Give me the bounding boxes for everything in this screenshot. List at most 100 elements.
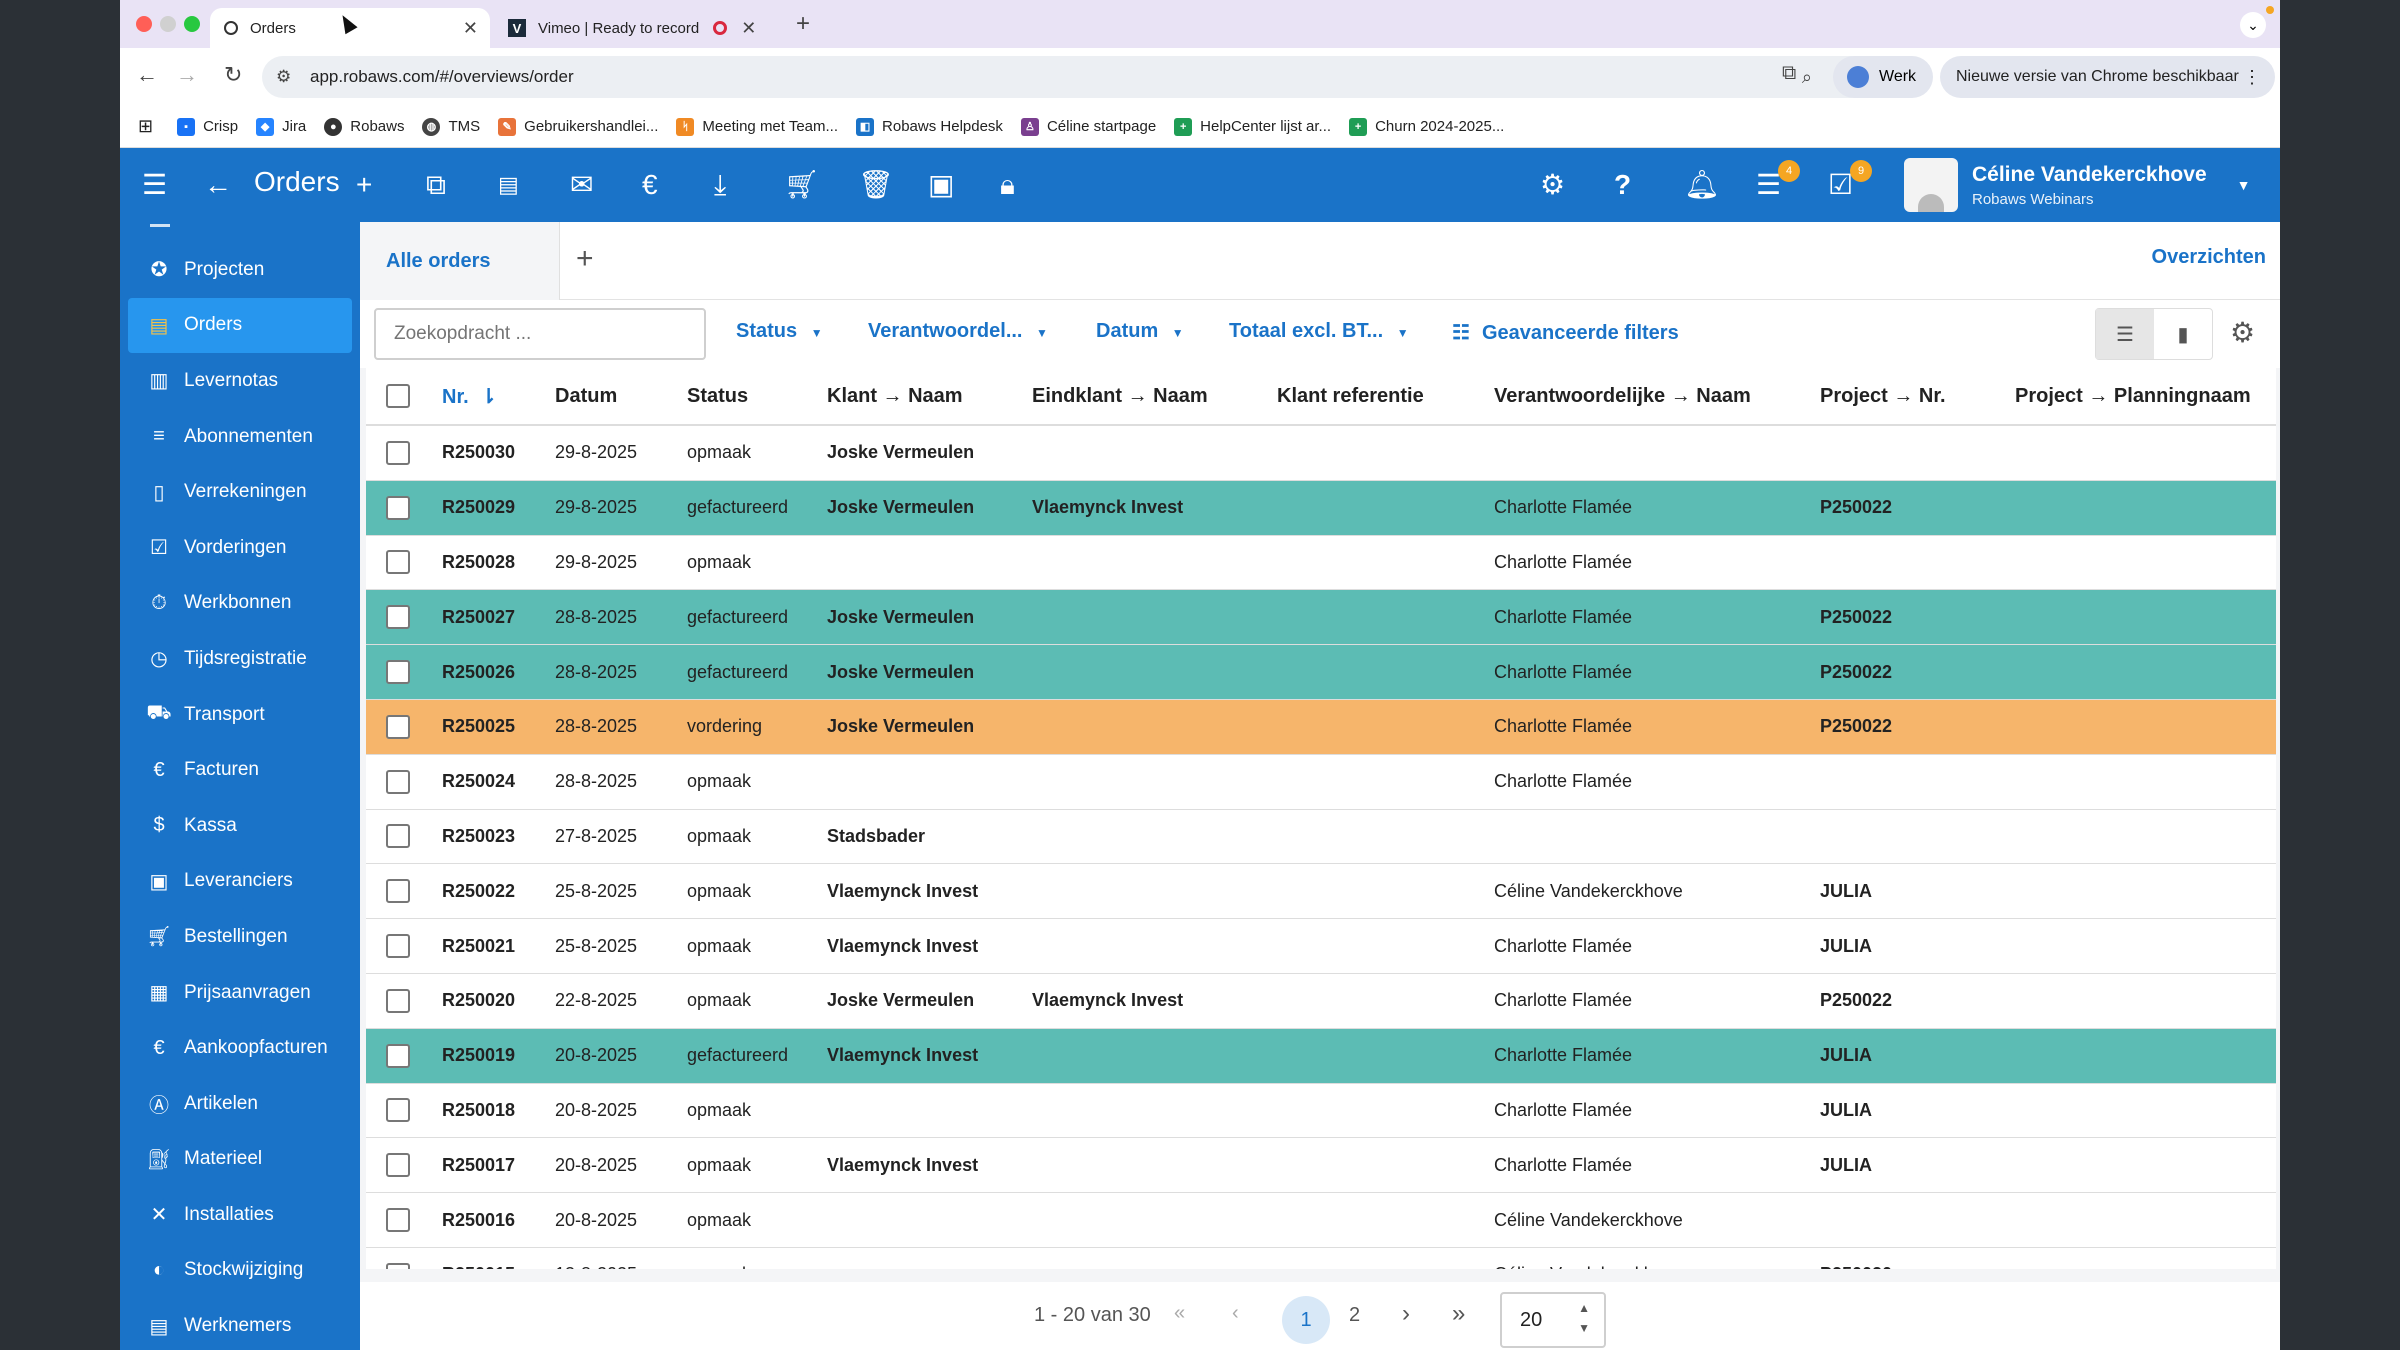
filter-verantwoordelijke[interactable]: Verantwoordel... ▼ <box>868 320 1048 343</box>
table-row[interactable]: R25001513-8-2025opmaak Céline Vandekerckh… <box>366 1248 2276 1269</box>
forward-icon[interactable]: → <box>176 62 198 88</box>
close-tab-icon[interactable]: ✕ <box>741 18 756 39</box>
row-checkbox[interactable] <box>386 824 410 849</box>
row-checkbox[interactable] <box>386 1208 410 1233</box>
sidebar-item-artikelen[interactable]: Ⓐ Artikelen <box>120 1076 360 1132</box>
chart-view-icon[interactable]: ▮ <box>2154 309 2212 359</box>
search-input[interactable] <box>374 308 706 360</box>
table-row[interactable]: R250030 29-8-2025 opmaak Joske Vermeulen <box>366 426 2276 481</box>
filter-totaal[interactable]: Totaal excl. BT... ▼ <box>1229 320 1409 343</box>
sidebar-item-aankoopfacturen[interactable]: € Aankoopfacturen <box>120 1020 360 1076</box>
row-checkbox[interactable] <box>386 605 410 630</box>
archive-icon[interactable]: ▣ <box>928 168 954 202</box>
zoom-icon[interactable]: ⌕ <box>1802 67 1812 88</box>
sidebar-item-bestellingen[interactable]: 🛒︎ Bestellingen <box>120 909 360 965</box>
minimize-window-dot[interactable] <box>160 16 176 32</box>
prev-page-icon[interactable]: ‹ <box>1232 1302 1239 1325</box>
sidebar-item-vorderingen[interactable]: ☑ Vorderingen <box>120 520 360 576</box>
col-header-verantwoordelijke[interactable]: Verantwoordelijke → Naam <box>1494 385 1820 408</box>
table-row[interactable]: R250027 28-8-2025 gefactureerd Joske Vermeu… <box>366 590 2276 646</box>
help-icon[interactable]: ? <box>1614 168 1631 202</box>
sidebar-item-orders[interactable]: ▤ Orders <box>128 297 352 354</box>
row-checkbox[interactable] <box>386 440 410 465</box>
row-checkbox[interactable] <box>386 769 410 794</box>
row-checkbox[interactable] <box>386 1098 410 1123</box>
back-icon[interactable]: ← <box>136 62 158 88</box>
bookmark-helpdesk[interactable]: ◧ Robaws Helpdesk <box>856 117 1003 136</box>
maximize-window-dot[interactable] <box>184 16 200 32</box>
table-row[interactable]: R250022 25-8-2025 opmaak Vlaemynck Invest Cé… <box>366 864 2276 920</box>
sidebar-item-werkbonnen[interactable]: ⏱︎ Werkbonnen <box>120 576 360 632</box>
page-size-input[interactable]: 20 ▲ ▼ <box>1500 1292 1606 1348</box>
sidebar-item-prijsaanvragen[interactable]: ▦ Prijsaanvragen <box>120 965 360 1021</box>
table-row[interactable]: R250026 28-8-2025 gefactureerd Joske Vermeu… <box>366 645 2276 700</box>
site-settings-icon[interactable]: ⚙ <box>276 67 291 87</box>
close-window-dot[interactable] <box>136 16 152 32</box>
row-checkbox[interactable] <box>386 1043 410 1068</box>
col-header-klant[interactable]: Klant → Naam <box>827 385 1032 408</box>
euro-icon[interactable]: € <box>642 168 658 202</box>
bookmark-meeting[interactable]: ᛋ Meeting met Team... <box>676 117 838 136</box>
first-page-icon[interactable]: « <box>1174 1302 1185 1325</box>
last-page-icon[interactable]: » <box>1452 1300 1465 1328</box>
col-header-klant-referentie[interactable]: Klant referentie <box>1277 385 1494 408</box>
settings-icon[interactable]: ⚙ <box>1540 168 1565 202</box>
col-header-nr[interactable]: Nr. ⇂ <box>442 384 555 409</box>
sidebar-item-tijdsregistratie[interactable]: ◷ Tijdsregistratie <box>120 631 360 687</box>
col-header-eindklant[interactable]: Eindklant → Naam <box>1032 385 1277 408</box>
table-row[interactable]: R250024 28-8-2025 opmaak Charlotte Flamée <box>366 755 2276 810</box>
table-row[interactable]: R250023 27-8-2025 opmaak Stadsbader <box>366 810 2276 865</box>
select-all-checkbox[interactable] <box>386 384 410 408</box>
download-icon[interactable]: ⤓ <box>714 168 726 202</box>
tab-alle-orders[interactable]: Alle orders <box>360 222 560 300</box>
more-vert-icon[interactable]: ⋮ <box>2243 67 2261 88</box>
reload-icon[interactable]: ↻ <box>224 62 242 88</box>
sidebar-item-materieel[interactable]: ⛽︎ Materieel <box>120 1132 360 1188</box>
filter-datum[interactable]: Datum ▼ <box>1096 320 1184 343</box>
table-settings-icon[interactable]: ⚙ <box>2230 316 2255 349</box>
pdf-icon[interactable]: ▤ <box>498 168 519 202</box>
chrome-update-button[interactable]: Nieuwe versie van Chrome beschikbaar ⋮ <box>1940 56 2275 98</box>
mail-icon[interactable]: ✉ <box>570 168 593 202</box>
table-row[interactable]: R250025 28-8-2025 vordering Joske Vermeulen… <box>366 699 2276 755</box>
sidebar-item-abonnementen[interactable]: ≡ Abonnementen <box>120 409 360 465</box>
new-tab-button[interactable]: + <box>796 10 810 38</box>
menu-icon[interactable]: ☰ <box>142 168 167 202</box>
sidebar-item-levernotas[interactable]: ▥ Levernotas <box>120 353 360 409</box>
sidebar-item-werknemers[interactable]: ▤ Werknemers <box>120 1298 360 1350</box>
row-checkbox[interactable] <box>386 550 410 575</box>
user-menu[interactable]: Céline Vandekerckhove Robaws Webinars ▼ <box>1904 158 2250 212</box>
sidebar-item-transport[interactable]: ⛟ Transport <box>120 687 360 743</box>
row-checkbox[interactable] <box>386 714 410 739</box>
copy-icon[interactable]: ⧉ <box>426 168 446 202</box>
sidebar-item-leveranciers[interactable]: ▣ Leveranciers <box>120 854 360 910</box>
stepper-icon[interactable]: ▲ ▼ <box>1578 1298 1590 1338</box>
checklist-icon[interactable]: ☑ 9 <box>1828 160 1872 202</box>
tasks-icon[interactable]: ☰ 4 <box>1756 160 1800 202</box>
row-checkbox[interactable] <box>386 495 410 520</box>
row-checkbox[interactable] <box>386 988 410 1013</box>
row-checkbox[interactable] <box>386 934 410 959</box>
bookmark-crisp[interactable]: ▪ Crisp <box>177 117 238 136</box>
bell-icon[interactable]: 🔔︎ <box>1684 168 1720 202</box>
list-view-icon[interactable]: ☰ <box>2096 309 2154 359</box>
tab-list-button[interactable]: ⌄ <box>2240 12 2266 38</box>
bookmark-gebruikershandleiding[interactable]: ✎ Gebruikershandlei... <box>498 117 658 136</box>
chevron-down-icon[interactable]: ▼ <box>2237 177 2251 193</box>
add-icon[interactable]: + <box>356 168 372 202</box>
table-row[interactable]: R250019 20-8-2025 gefactureerd Vlaemynck In… <box>366 1028 2276 1084</box>
close-tab-icon[interactable]: ✕ <box>463 18 478 39</box>
sidebar-item-facturen[interactable]: € Facturen <box>120 742 360 798</box>
overzichten-link[interactable]: Overzichten <box>2152 246 2266 269</box>
table-row[interactable]: R250028 29-8-2025 opmaak Charlotte Flamée <box>366 536 2276 591</box>
bookmark-helpcenter[interactable]: + HelpCenter lijst ar... <box>1174 117 1331 136</box>
col-header-project-planningnaam[interactable]: Project → Planningnaam <box>2015 385 2255 408</box>
bookmark-churn[interactable]: + Churn 2024-2025... <box>1349 117 1504 136</box>
advanced-filters-button[interactable]: ☷ Geavanceerde filters <box>1452 320 1679 345</box>
bookmark-robaws[interactable]: ● Robaws <box>324 117 404 136</box>
extensions-icon[interactable]: ⧉ <box>1782 62 1796 85</box>
filter-status[interactable]: Status ▼ <box>736 320 823 343</box>
sidebar-item-installaties[interactable]: ✕ Installaties <box>120 1187 360 1243</box>
tab-vimeo[interactable]: V Vimeo | Ready to record ✕ <box>508 8 788 48</box>
page-2[interactable]: 2 <box>1349 1304 1360 1327</box>
